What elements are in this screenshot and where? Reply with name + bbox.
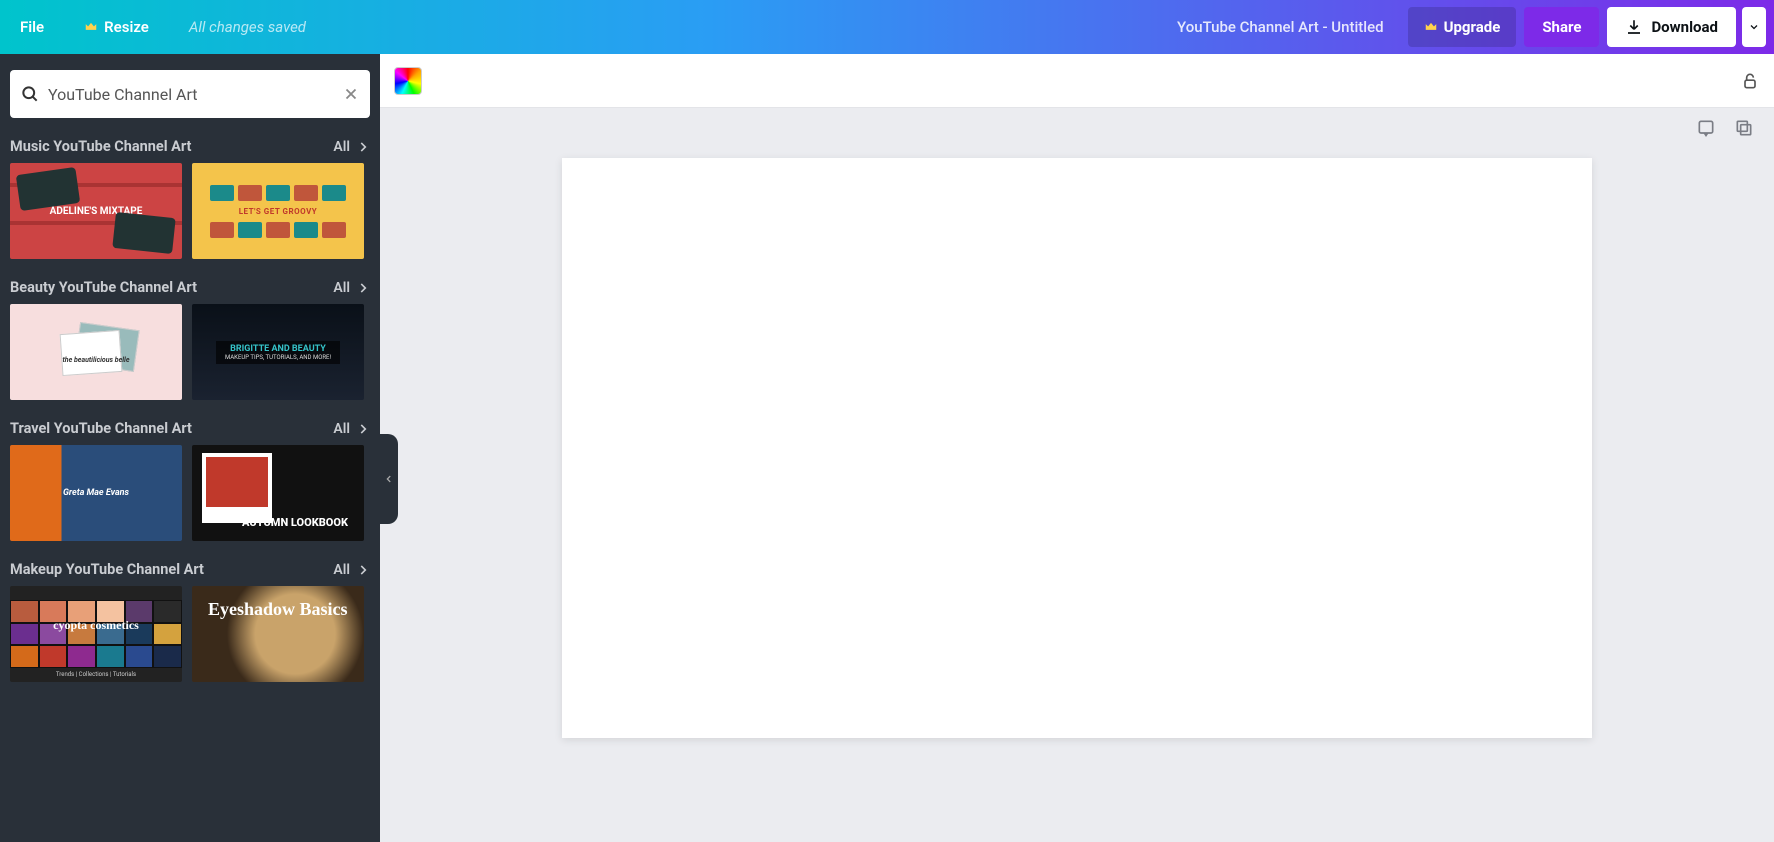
save-status: All changes saved: [169, 18, 326, 36]
all-label: All: [333, 562, 350, 578]
category-title: Makeup YouTube Channel Art: [10, 561, 204, 578]
category-all-button[interactable]: All: [333, 280, 370, 296]
file-label: File: [20, 18, 44, 36]
category-travel: Travel YouTube Channel Art All Greta Mae…: [0, 410, 380, 551]
crown-icon: [1424, 20, 1438, 34]
thumb-label: the beautilicious belle: [56, 356, 135, 364]
resize-label: Resize: [104, 18, 149, 36]
category-makeup: Makeup YouTube Channel Art All cyopta co…: [0, 551, 380, 692]
clear-search-icon[interactable]: [342, 85, 360, 103]
thumb-label: ADELINE'S MIXTAPE: [44, 206, 149, 217]
all-label: All: [333, 280, 350, 296]
download-label: Download: [1651, 18, 1718, 36]
editor-toolbar: [380, 54, 1774, 108]
thumbnails-row: ADELINE'S MIXTAPE LET'S GET GROOVY: [10, 163, 370, 259]
template-thumb[interactable]: Greta Mae Evans: [10, 445, 182, 541]
all-label: All: [333, 139, 350, 155]
notes-icon[interactable]: [1696, 118, 1716, 138]
thumbnails-row: Greta Mae Evans AUTUMN LOOKBOOK: [10, 445, 370, 541]
download-icon: [1625, 18, 1643, 36]
search-icon: [20, 84, 40, 104]
chevron-right-icon: [356, 281, 370, 295]
chevron-right-icon: [356, 140, 370, 154]
crown-icon: [84, 20, 98, 34]
all-label: All: [333, 421, 350, 437]
share-button[interactable]: Share: [1524, 7, 1599, 47]
category-title: Travel YouTube Channel Art: [10, 420, 192, 437]
category-all-button[interactable]: All: [333, 421, 370, 437]
category-title: Music YouTube Channel Art: [10, 138, 191, 155]
category-header: Travel YouTube Channel Art All: [10, 414, 370, 445]
category-header: Beauty YouTube Channel Art All: [10, 273, 370, 304]
chevron-right-icon: [356, 563, 370, 577]
chevron-left-icon: [384, 474, 394, 484]
lock-icon[interactable]: [1740, 71, 1760, 91]
category-title: Beauty YouTube Channel Art: [10, 279, 197, 296]
category-header: Music YouTube Channel Art All: [10, 132, 370, 163]
thumb-label: BRIGITTE AND BEAUTY: [224, 344, 332, 354]
design-canvas[interactable]: [562, 158, 1592, 738]
thumb-sublabel: Trends | Collections | Tutorials: [10, 671, 182, 678]
template-thumb[interactable]: Eyeshadow Basics: [192, 586, 364, 682]
file-menu[interactable]: File: [0, 0, 64, 54]
template-thumb[interactable]: the beautilicious belle: [10, 304, 182, 400]
thumb-label: AUTUMN LOOKBOOK: [236, 517, 354, 529]
category-all-button[interactable]: All: [333, 139, 370, 155]
download-button[interactable]: Download: [1607, 7, 1736, 47]
download-caret[interactable]: [1742, 7, 1766, 47]
resize-button[interactable]: Resize: [64, 0, 169, 54]
thumb-label: Greta Mae Evans: [57, 488, 135, 498]
search-box[interactable]: [10, 70, 370, 118]
thumb-label: cyopta cosmetics: [10, 618, 182, 633]
search-input[interactable]: [48, 85, 334, 104]
app-header: File Resize All changes saved YouTube Ch…: [0, 0, 1774, 54]
document-title[interactable]: YouTube Channel Art - Untitled: [1157, 18, 1404, 36]
category-music: Music YouTube Channel Art All ADELINE'S …: [0, 128, 380, 269]
header-left: File Resize All changes saved: [0, 0, 326, 54]
template-thumb[interactable]: AUTUMN LOOKBOOK: [192, 445, 364, 541]
duplicate-page-icon[interactable]: [1734, 118, 1754, 138]
category-beauty: Beauty YouTube Channel Art All the beaut…: [0, 269, 380, 410]
upgrade-label: Upgrade: [1444, 18, 1501, 36]
canvas-viewport[interactable]: [380, 148, 1774, 842]
main-area: Music YouTube Channel Art All ADELINE'S …: [0, 54, 1774, 842]
share-label: Share: [1542, 18, 1581, 36]
collapse-sidebar-button[interactable]: [380, 434, 398, 524]
thumb-label: LET'S GET GROOVY: [233, 207, 324, 216]
thumb-label: Eyeshadow Basics: [202, 600, 354, 618]
upgrade-button[interactable]: Upgrade: [1408, 7, 1517, 47]
template-thumb[interactable]: cyopta cosmetics Trends | Collections | …: [10, 586, 182, 682]
thumbnails-row: the beautilicious belle BRIGITTE AND BEA…: [10, 304, 370, 400]
chevron-right-icon: [356, 422, 370, 436]
editor-area: [380, 54, 1774, 842]
color-picker-button[interactable]: [394, 67, 422, 95]
template-thumb[interactable]: LET'S GET GROOVY: [192, 163, 364, 259]
category-all-button[interactable]: All: [333, 562, 370, 578]
template-thumb[interactable]: BRIGITTE AND BEAUTY MAKEUP TIPS, TUTORIA…: [192, 304, 364, 400]
template-thumb[interactable]: ADELINE'S MIXTAPE: [10, 163, 182, 259]
category-header: Makeup YouTube Channel Art All: [10, 555, 370, 586]
templates-sidebar: Music YouTube Channel Art All ADELINE'S …: [0, 54, 380, 842]
thumb-sublabel: MAKEUP TIPS, TUTORIALS, AND MORE!: [224, 354, 332, 361]
search-wrap: [0, 54, 380, 128]
thumbnails-row: cyopta cosmetics Trends | Collections | …: [10, 586, 370, 682]
page-action-bar: [380, 108, 1774, 148]
